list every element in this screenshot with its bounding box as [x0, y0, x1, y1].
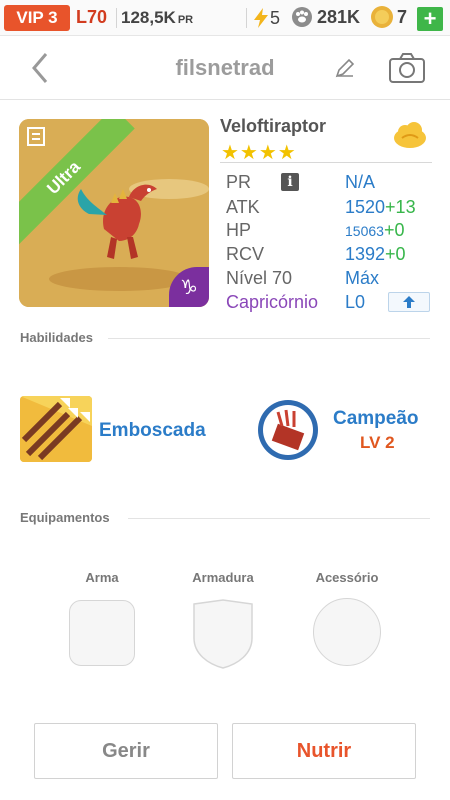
add-currency-button[interactable]: +: [417, 6, 443, 31]
stat-label-rcv: RCV: [226, 244, 265, 264]
divider: [116, 8, 117, 28]
stat-label-hp: HP: [226, 220, 252, 240]
stat-value-level: Máx: [345, 268, 380, 288]
skill-name-campeao[interactable]: Campeão: [333, 408, 419, 430]
header: filsnetrad: [0, 36, 450, 100]
stat-value-rcv: 1392+0: [345, 244, 406, 265]
skill-name-emboscada[interactable]: Emboscada: [99, 420, 206, 442]
armor-slot-shield-icon[interactable]: [190, 598, 256, 670]
edit-icon[interactable]: [333, 56, 357, 80]
stat-label-zodiac: Capricórnio: [226, 292, 319, 312]
energy-value: 5: [270, 7, 281, 28]
manage-button[interactable]: Gerir: [34, 723, 218, 779]
dinosaur-portrait[interactable]: Ultra ♑: [19, 119, 209, 307]
status-bar: VIP 3 L70 128,5K PR 5 281K 7 +: [0, 0, 450, 36]
skill-level: LV 2: [360, 433, 395, 452]
rcv-bonus: +0: [385, 244, 406, 264]
coin-value: 7: [397, 6, 408, 27]
stat-label-atk: ATK: [226, 197, 260, 217]
slot-label-weapon: Arma: [85, 570, 119, 585]
food-value: 281K: [317, 6, 361, 27]
card-icon[interactable]: [25, 125, 47, 147]
cloud-icon[interactable]: [392, 120, 428, 150]
coin-icon: [371, 6, 393, 28]
section-title-equipment: Equipamentos: [20, 510, 110, 525]
arrow-up-icon: [403, 296, 415, 308]
camera-icon[interactable]: [388, 52, 426, 84]
info-icon[interactable]: i: [281, 173, 299, 191]
atk-base: 1520: [345, 197, 386, 217]
divider: [128, 518, 430, 519]
atk-bonus: +13: [385, 197, 416, 217]
divider: [246, 8, 247, 28]
power-rating: 128,5K PR: [121, 8, 193, 28]
rcv-base: 1392: [345, 244, 386, 264]
dinosaur-name: Veloftiraptor: [220, 116, 327, 136]
stat-value-atk: 1520+13: [345, 197, 416, 218]
pr-value: 128,5K: [121, 8, 176, 27]
slot-label-armor: Armadura: [192, 570, 254, 585]
divider: [108, 338, 430, 339]
page-title: filsnetrad: [175, 55, 275, 80]
coin-counter[interactable]: 7: [370, 5, 407, 29]
weapon-slot[interactable]: [69, 600, 135, 666]
stat-value-zodiac: L0: [345, 292, 366, 312]
vip-badge[interactable]: VIP 3: [4, 5, 70, 31]
section-title-skills: Habilidades: [20, 330, 93, 345]
food-counter[interactable]: 281K: [290, 6, 360, 28]
arrows-icon: [20, 396, 92, 462]
divider: [220, 162, 432, 163]
energy-counter[interactable]: 5: [252, 7, 280, 29]
zodiac-upgrade-button[interactable]: [388, 292, 430, 312]
hp-bonus: +0: [383, 220, 405, 240]
stat-value-pr: N/A: [345, 172, 376, 192]
paw-icon: [292, 7, 312, 27]
accessory-slot[interactable]: [313, 598, 381, 666]
slot-label-accessory: Acessório: [315, 570, 379, 585]
stat-label-pr: PR: [226, 172, 252, 192]
skill-emboscada-icon[interactable]: [20, 396, 92, 462]
stat-value-hp: 15063+0: [345, 220, 404, 241]
champion-skill-icon[interactable]: [256, 398, 320, 462]
stat-label-level: Nível 70: [226, 268, 293, 288]
player-level: L70: [76, 7, 108, 27]
hp-base: 15063: [345, 223, 384, 239]
feed-button[interactable]: Nutrir: [232, 723, 416, 779]
pr-unit: PR: [177, 14, 194, 26]
lightning-icon: [254, 8, 268, 28]
